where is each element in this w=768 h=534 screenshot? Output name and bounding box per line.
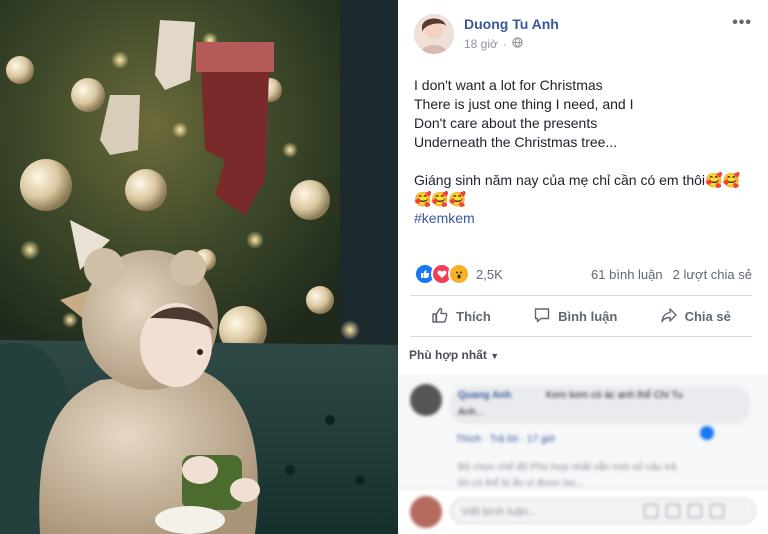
comments-section: Quang Anh Kem kem có ác anh thể Chi Tu A… (398, 374, 768, 534)
reaction-bar: 2,5K 61 bình luận 2 lượt chia sẻ (414, 262, 752, 286)
wow-icon (448, 263, 470, 285)
emoji-icon[interactable] (644, 504, 658, 518)
commenter-name[interactable]: Quang Anh (458, 390, 512, 401)
post-line (414, 152, 758, 171)
globe-icon (512, 37, 523, 51)
comment-composer: Viết bình luận... (398, 488, 768, 534)
comment-bubble: Quang Anh Kem kem có ác anh thể Chi Tu A… (450, 386, 750, 424)
post-panel: Duong Tu Anh 18 giờ · ••• I don't want a… (398, 0, 768, 534)
post-line: There is just one thing I need, and I (414, 96, 634, 112)
comment-button[interactable]: Bình luận (533, 306, 617, 327)
author-avatar-image (414, 14, 454, 54)
divider (410, 295, 752, 296)
comment-label: Bình luận (558, 308, 618, 324)
comment-count-link[interactable]: 61 bình luận (591, 267, 663, 282)
share-arrow-icon (660, 306, 678, 327)
camera-icon[interactable] (666, 504, 680, 518)
caret-down-icon: ▼ (490, 351, 500, 361)
post-meta: 18 giờ · (464, 37, 523, 51)
comment-text-continued: Anh... (458, 407, 485, 418)
share-button[interactable]: Chia sẻ (660, 306, 731, 327)
sticker-icon[interactable] (710, 504, 724, 518)
post-line: Don't care about the presents (414, 115, 598, 131)
meta-separator: · (502, 37, 507, 51)
more-options-icon[interactable]: ••• (732, 14, 752, 32)
thumbs-up-icon (431, 306, 449, 327)
post-time[interactable]: 18 giờ (464, 37, 498, 51)
share-label: Chia sẻ (684, 308, 731, 324)
reaction-count[interactable]: 2,5K (476, 267, 503, 282)
christmas-photo-illustration (0, 0, 398, 534)
gif-icon[interactable] (688, 504, 702, 518)
current-user-avatar (410, 496, 442, 528)
post-line: Underneath the Christmas tree... (414, 134, 618, 150)
author-name[interactable]: Duong Tu Anh (464, 16, 559, 32)
author-avatar[interactable] (414, 14, 454, 54)
post-message: I don't want a lot for Christmas There i… (414, 76, 758, 228)
comment-text: Kem kem có ác anh thể Chi Tu (546, 390, 683, 401)
reaction-icons[interactable] (414, 263, 470, 285)
share-count-link[interactable]: 2 lượt chia sẻ (673, 267, 752, 282)
post-line: Giáng sinh năm nay của mẹ chỉ cần có em … (414, 172, 740, 188)
comment-sort-dropdown[interactable]: Phù hợp nhất ▼ (409, 348, 499, 362)
commenter-avatar[interactable] (410, 384, 442, 416)
like-button[interactable]: Thích (431, 306, 491, 327)
post-line: I don't want a lot for Christmas (414, 77, 603, 93)
post-actions: Thích Bình luận Chia sẻ (410, 300, 752, 332)
engagement-counts: 61 bình luận 2 lượt chia sẻ (591, 267, 752, 282)
post-line: 🥰🥰🥰 (414, 191, 467, 207)
divider (410, 336, 752, 337)
hashtag-link[interactable]: #kemkem (414, 209, 758, 228)
like-label: Thích (456, 308, 491, 324)
post-photo[interactable] (0, 0, 398, 534)
sort-label: Phù hợp nhất (409, 348, 487, 362)
comment-bubble-icon (533, 306, 551, 327)
comment-action-links[interactable]: Thích · Trả lời · 17 giờ (456, 434, 555, 445)
filter-notice: Bộ chọn chế độ Phù hợp nhất vẫn mới số c… (458, 462, 677, 473)
comment-reaction-icon (700, 426, 714, 440)
